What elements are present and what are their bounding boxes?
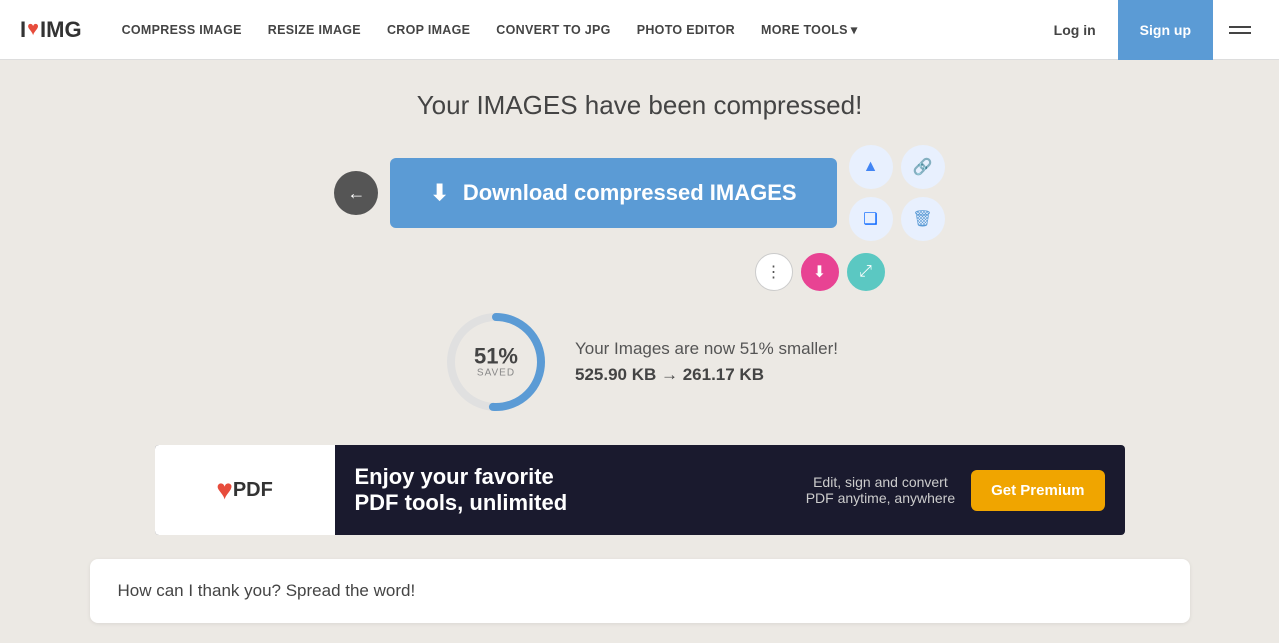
download-label: Download compressed IMAGES (463, 180, 797, 206)
premium-button[interactable]: Get Premium (971, 470, 1104, 511)
ad-headline-line2: PDF tools, unlimited (355, 490, 766, 516)
share-row-top: ▲ 🔗 (849, 145, 945, 189)
copy-link-button[interactable]: 🔗 (901, 145, 945, 189)
dropbox-icon: ❑ (863, 209, 877, 229)
page-title: Your IMAGES have been compressed! (417, 90, 863, 121)
stats-description: Your Images are now 51% smaller! (575, 339, 838, 359)
nav-convert[interactable]: CONVERT TO JPG (486, 17, 620, 43)
more-options-button[interactable]: ⋮ (755, 253, 793, 291)
resize-icon: ⤢ (859, 263, 872, 281)
back-arrow-icon: ← (347, 183, 365, 204)
download-small-button[interactable]: ⬇ (801, 253, 839, 291)
stats-sizes: 525.90 KB → 261.17 KB (575, 365, 838, 385)
ad-sub-line2: PDF anytime, anywhere (806, 490, 955, 506)
resize-tool-button[interactable]: ⤢ (847, 253, 885, 291)
share-row-bottom: ❑ 🗑 (849, 197, 945, 241)
back-button[interactable]: ← (334, 171, 378, 215)
nav-links: COMPRESS IMAGE RESIZE IMAGE CROP IMAGE C… (112, 16, 1040, 43)
navbar: I ♥ IMG COMPRESS IMAGE RESIZE IMAGE CROP… (0, 0, 1279, 60)
navbar-actions: Log in Sign up (1040, 0, 1259, 60)
delete-button[interactable]: 🗑 (901, 197, 945, 241)
main-content: Your IMAGES have been compressed! ← ⬇ Do… (0, 60, 1279, 643)
download-icon: ⬇ (430, 180, 448, 206)
login-button[interactable]: Log in (1040, 14, 1110, 46)
ad-logo-text: PDF (233, 479, 273, 502)
gdrive-icon: ▲ (863, 158, 879, 176)
nav-crop[interactable]: CROP IMAGE (377, 17, 480, 43)
action-row: ← ⬇ Download compressed IMAGES ▲ 🔗 ❑ 🗑 (334, 145, 944, 241)
logo-img: IMG (40, 17, 82, 43)
brand-logo[interactable]: I ♥ IMG (20, 17, 82, 43)
hamburger-line (1229, 32, 1251, 34)
chevron-down-icon: ▾ (851, 22, 858, 37)
nav-compress[interactable]: COMPRESS IMAGE (112, 17, 252, 43)
ad-banner: ♥ PDF Enjoy your favorite PDF tools, unl… (155, 445, 1125, 535)
nav-more-tools[interactable]: MORE TOOLS ▾ (751, 16, 867, 43)
stats-row: 51% SAVED Your Images are now 51% smalle… (441, 307, 838, 417)
ad-sub-text: Edit, sign and convert PDF anytime, anyw… (806, 474, 955, 506)
logo-i: I (20, 17, 26, 43)
save-to-dropbox-button[interactable]: ❑ (849, 197, 893, 241)
stats-text: Your Images are now 51% smaller! 525.90 … (575, 339, 838, 385)
download-small-icon: ⬇ (813, 262, 826, 282)
ad-heart-icon: ♥ (216, 474, 233, 506)
progress-circle: 51% SAVED (441, 307, 551, 417)
ad-logo: ♥ PDF (155, 445, 335, 535)
progress-percent: 51% (474, 346, 518, 368)
link-icon: 🔗 (913, 157, 933, 177)
download-button[interactable]: ⬇ Download compressed IMAGES (390, 158, 836, 228)
logo-heart-icon: ♥ (27, 18, 39, 41)
hamburger-line (1229, 26, 1251, 28)
bottom-card: How can I thank you? Spread the word! (90, 559, 1190, 623)
signup-button[interactable]: Sign up (1118, 0, 1213, 60)
nav-photo-editor[interactable]: PHOTO EDITOR (627, 17, 745, 43)
ad-right: Edit, sign and convert PDF anytime, anyw… (786, 470, 1125, 511)
save-to-gdrive-button[interactable]: ▲ (849, 145, 893, 189)
hamburger-menu-button[interactable] (1221, 18, 1259, 42)
more-dots-icon: ⋮ (766, 262, 782, 282)
delete-icon: 🗑 (912, 209, 932, 229)
saved-label: SAVED (474, 368, 518, 379)
ad-headline-line1: Enjoy your favorite (355, 464, 766, 490)
ad-headline: Enjoy your favorite PDF tools, unlimited (335, 464, 786, 517)
nav-resize[interactable]: RESIZE IMAGE (258, 17, 371, 43)
bottom-card-title: How can I thank you? Spread the word! (118, 581, 1162, 601)
ad-sub-line1: Edit, sign and convert (806, 474, 955, 490)
share-buttons: ▲ 🔗 ❑ 🗑 (849, 145, 945, 241)
